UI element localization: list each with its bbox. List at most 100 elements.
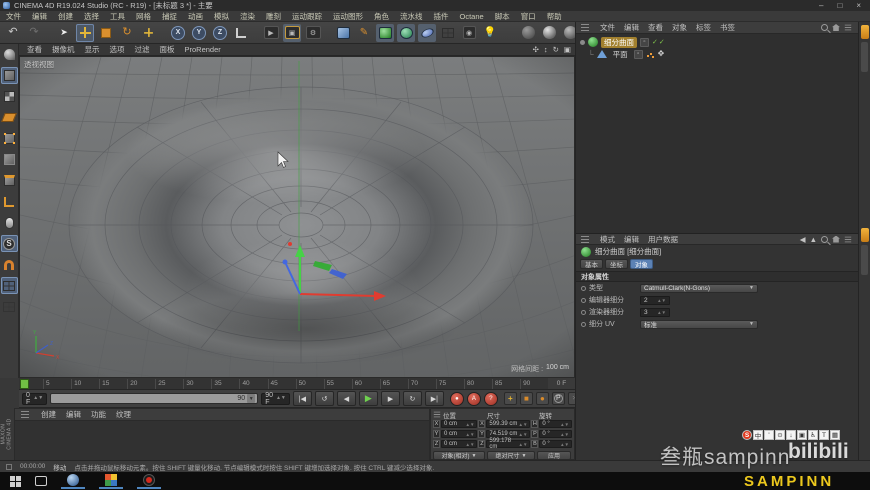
lock-x-axis-button[interactable]: X [169,24,187,42]
vp-menu-options[interactable]: 选项 [110,44,125,55]
perspective-viewport[interactable]: X Y Z 透视视图 网格间距 :100 cm [19,56,575,378]
timeline-scrollbar[interactable]: 90 ▼ [50,393,259,404]
layout-tab-active[interactable] [860,25,869,39]
camera-button[interactable]: ◉ [460,24,478,42]
mat-menu-create[interactable]: 创建 [41,409,56,420]
close-button[interactable]: × [856,1,861,10]
ime-icon[interactable]: ' [764,430,774,440]
subdivision-surface-button[interactable] [376,23,394,42]
key-parameter-toggle[interactable]: P [551,392,565,405]
ime-icon[interactable]: ▦ [830,430,840,440]
search-icon[interactable] [821,24,828,31]
edges-mode-button[interactable] [1,151,18,168]
texture-mode-button[interactable] [1,88,18,105]
mat-menu-texture[interactable]: 纹理 [116,409,131,420]
add-cube-button[interactable] [334,24,352,42]
home-icon[interactable] [832,24,840,31]
om-menu-edit[interactable]: 编辑 [624,22,639,33]
undo-button[interactable]: ↶ [4,24,22,42]
current-frame-field[interactable]: 0 F ▲▼ [22,392,48,406]
convert-object-button[interactable] [1,46,18,63]
light-button[interactable]: 💡 [481,24,499,42]
lock-y-axis-button[interactable]: Y [190,24,208,42]
om-menu-bookmarks[interactable]: 书签 [720,22,735,33]
play-button[interactable]: ▶ [358,391,378,406]
menu-item[interactable]: 模拟 [214,11,229,22]
render-subdivision-field[interactable]: 3 ▲▼ [640,307,670,317]
object-name[interactable]: 细分曲面 [601,36,637,48]
spline-object-button[interactable] [418,23,436,42]
timeline-playhead[interactable] [20,378,29,389]
points-mode-button[interactable] [1,130,18,147]
pos-z-field[interactable]: 0 cm ▲▼ [441,440,478,448]
layer-toggle-icon[interactable]: ▫ [640,37,649,47]
ime-logo-icon[interactable]: S [742,430,752,440]
goto-start-button[interactable]: |◀ [292,391,312,406]
pos-y-field[interactable]: 0 cm ▲▼ [441,430,478,438]
size-z-field[interactable]: 599.178 cm ▲▼ [486,438,531,450]
vp-menu-prorender[interactable]: ProRender [185,45,221,54]
viewport-solo-button[interactable] [1,214,18,231]
vp-menu-panel[interactable]: 面板 [160,44,175,55]
am-search-icon[interactable] [821,235,828,243]
task-view-button[interactable] [35,476,47,486]
am-menu-edit[interactable]: 编辑 [624,234,639,245]
menu-item[interactable]: 渲染 [240,11,255,22]
enable-axis-button[interactable] [1,193,18,210]
enable-checks-icon[interactable]: ✓✓ [652,38,666,46]
menu-item[interactable]: 文件 [6,11,21,22]
rot-b-field[interactable]: 0 ° ▲▼ [539,440,572,448]
loop-button[interactable]: ↻ [402,391,422,406]
pos-x-field[interactable]: 0 cm ▲▼ [441,420,478,428]
scale-tool-button[interactable] [97,24,115,42]
workplane-mode-button[interactable] [1,109,18,126]
vp-rotate-icon[interactable]: ↻ [553,45,559,54]
am-panel-menu-icon[interactable] [581,235,589,243]
panel-menu-icon[interactable] [21,411,29,418]
object-row-plane[interactable]: └ 平面 ▫ ✥ [576,48,858,60]
last-tool-button[interactable] [139,24,157,42]
up-arrow-icon[interactable]: ▲ [810,235,817,244]
redo-button[interactable]: ↷ [25,24,43,42]
render-view-button[interactable]: ▶ [262,24,280,42]
workplane-snap-button[interactable] [0,277,18,294]
anim-dot-icon[interactable] [581,321,586,327]
layout-tab[interactable] [861,42,868,72]
menu-item[interactable]: 动画 [188,11,203,22]
selection-tool-button[interactable]: ➤ [55,24,73,42]
phong-tag-icon[interactable]: ✥ [658,50,665,58]
end-frame-field[interactable]: 90 F ▲▼ [261,392,290,406]
ime-icon[interactable]: 中 [753,430,763,440]
vp-menu-view[interactable]: 查看 [27,44,42,55]
apply-button[interactable]: 应用 [537,451,571,460]
pen-spline-button[interactable]: ✎ [355,24,373,42]
menu-item[interactable]: 工具 [110,11,125,22]
tab-object[interactable]: 对象 [630,259,653,269]
vp-menu-camera[interactable]: 摄像机 [52,44,75,55]
type-dropdown[interactable]: Catmull-Clark(N-Gons) ▼ [640,283,758,293]
om-menu-view[interactable]: 查看 [648,22,663,33]
lock-workplane-button[interactable] [1,298,18,315]
om-panel-menu-icon[interactable] [581,24,589,31]
autokey-button[interactable]: A [466,391,481,406]
am-menu-userdata[interactable]: 用户数据 [648,234,678,245]
menu-item[interactable]: Octane [460,12,484,21]
am-options-icon[interactable] [844,236,852,242]
menu-item[interactable]: 捕捉 [162,11,177,22]
size-mode-dropdown[interactable]: 绝对尺寸 ▼ [487,451,535,460]
timeline-ruler[interactable]: 5 10 15 20 25 30 35 40 45 50 55 60 65 70 75 80 85 90 [19,378,548,390]
tab-basic[interactable]: 基本 [580,259,603,269]
coordinate-system-button[interactable] [232,24,250,42]
menu-item[interactable]: 选择 [84,11,99,22]
taskbar-grid-app[interactable] [99,473,123,489]
panel-tab[interactable] [861,245,868,275]
size-x-field[interactable]: 599.39 cm ▲▼ [486,420,531,428]
mat-menu-function[interactable]: 功能 [91,409,106,420]
previous-frame-button[interactable]: ◀ [336,391,356,406]
am-home-icon[interactable] [832,235,840,243]
menu-item[interactable]: 运动跟踪 [292,11,322,22]
keyframe-selection-button[interactable]: ? [483,391,498,406]
panel-tab-active[interactable] [860,228,869,242]
lock-z-axis-button[interactable]: Z [211,24,229,42]
coords-mode-dropdown[interactable]: 对象(相对) ▼ [433,451,485,460]
